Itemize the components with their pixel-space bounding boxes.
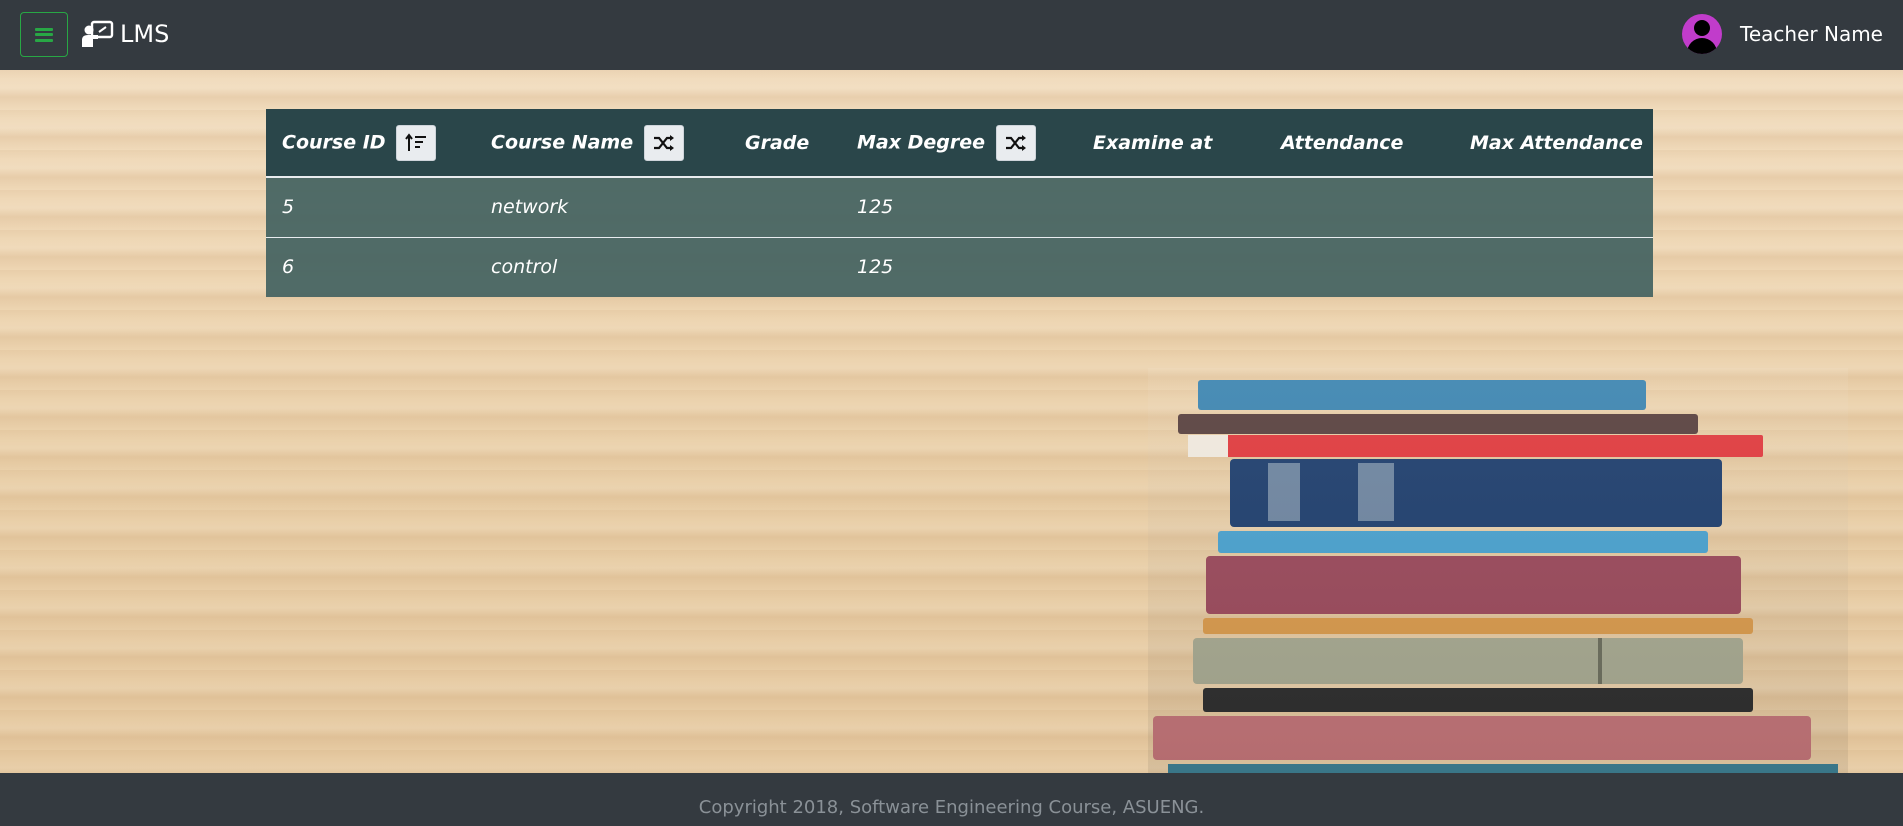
- header-course-name: Course Name: [475, 109, 729, 178]
- courses-grades-table: Course ID Course Name Grade Max Degree E…: [266, 109, 1653, 297]
- page-footer: Copyright 2018, Software Engineering Cou…: [0, 773, 1903, 826]
- table-row: 6 control 125: [266, 236, 1653, 297]
- shuffle-max-degree-button[interactable]: [995, 124, 1036, 161]
- cell-max-attendance: [1454, 236, 1653, 297]
- cell-max-attendance: [1454, 177, 1653, 237]
- table-row: 5 network 125: [266, 177, 1653, 237]
- cell-examine-at: [1077, 177, 1265, 237]
- user-avatar-icon: [1682, 14, 1723, 54]
- teacher-board-icon: [82, 20, 114, 47]
- sort-course-id-button[interactable]: [396, 124, 437, 161]
- cell-course-name: control: [475, 236, 729, 297]
- books-stack-image: [1148, 368, 1848, 773]
- cell-course-id: 5: [282, 196, 295, 219]
- menu-toggle-button[interactable]: [20, 12, 68, 57]
- user-menu[interactable]: Teacher Name: [1682, 14, 1883, 54]
- header-max-attendance: Max Attendance: [1454, 109, 1653, 178]
- cell-examine-at: [1077, 236, 1265, 297]
- cell-attendance: [1265, 236, 1454, 297]
- header-attendance: Attendance: [1265, 109, 1454, 178]
- header-grade: Grade: [729, 109, 841, 178]
- header-label: Course ID: [282, 131, 386, 153]
- header-examine-at: Examine at: [1077, 109, 1265, 178]
- header-label: Course Name: [491, 131, 634, 153]
- shuffle-course-name-button[interactable]: [643, 124, 684, 161]
- cell-grade: [729, 236, 841, 297]
- cell-grade: [729, 177, 841, 237]
- header-label: Examine at: [1093, 131, 1213, 154]
- cell-max-degree: 125: [841, 236, 1077, 297]
- cell-course-name: network: [491, 196, 569, 219]
- header-label: Attendance: [1281, 131, 1404, 154]
- top-navbar: LMS Teacher Name: [0, 0, 1903, 70]
- cell-max-degree: 125: [857, 196, 894, 219]
- sort-amount-icon: [405, 132, 427, 151]
- copyright-text: Copyright 2018, Software Engineering Cou…: [698, 797, 1205, 818]
- hamburger-icon: [35, 27, 53, 42]
- main-content: Course ID Course Name Grade Max Degree E…: [0, 70, 1903, 773]
- cell-attendance: [1265, 177, 1454, 237]
- table-header-row: Course ID Course Name Grade Max Degree E…: [266, 109, 1653, 178]
- header-label: Max Degree: [857, 131, 985, 153]
- shuffle-icon: [1005, 134, 1026, 151]
- brand-link[interactable]: LMS: [82, 20, 169, 48]
- shuffle-icon: [653, 134, 674, 151]
- brand-name: LMS: [120, 20, 170, 48]
- cell-course-id: 6: [266, 236, 475, 297]
- header-course-id: Course ID: [266, 109, 475, 178]
- user-name: Teacher Name: [1740, 22, 1883, 46]
- header-max-degree: Max Degree: [841, 109, 1077, 178]
- header-label: Grade: [745, 131, 810, 154]
- header-label: Max Attendance: [1470, 131, 1643, 154]
